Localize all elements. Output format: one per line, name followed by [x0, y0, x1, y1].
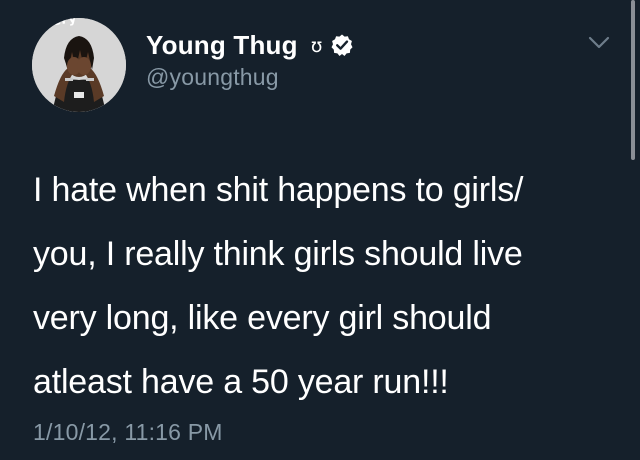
author-block: Young Thug ʊ @youngthug	[146, 18, 354, 91]
tweet-card: ıfery Young Thug ʊ @youngthug I hate whe…	[0, 0, 640, 460]
tweet-line: atleast have a 50 year run!!!	[33, 363, 449, 401]
name-emoji: ʊ	[310, 35, 323, 57]
display-name-row: Young Thug ʊ	[146, 28, 354, 62]
display-name[interactable]: Young Thug	[146, 30, 298, 61]
tweet-timestamp[interactable]: 1/10/12, 11:16 PM	[33, 419, 223, 446]
author-handle[interactable]: @youngthug	[146, 64, 354, 91]
chevron-down-icon[interactable]	[588, 36, 610, 50]
avatar[interactable]: ıfery	[32, 18, 126, 112]
tweet-line: very long, like every girl should	[33, 299, 492, 337]
verified-badge-icon	[330, 33, 354, 57]
scrollbar[interactable]	[631, 0, 635, 160]
tweet-line: I hate when shit happens to girls/	[33, 171, 524, 209]
tweet-line: you, I really think girls should live	[33, 235, 523, 273]
avatar-photo	[32, 18, 126, 112]
tweet-header: ıfery Young Thug ʊ @youngthug	[32, 18, 354, 114]
tweet-text: I hate when shit happens to girls/ you, …	[33, 158, 623, 414]
